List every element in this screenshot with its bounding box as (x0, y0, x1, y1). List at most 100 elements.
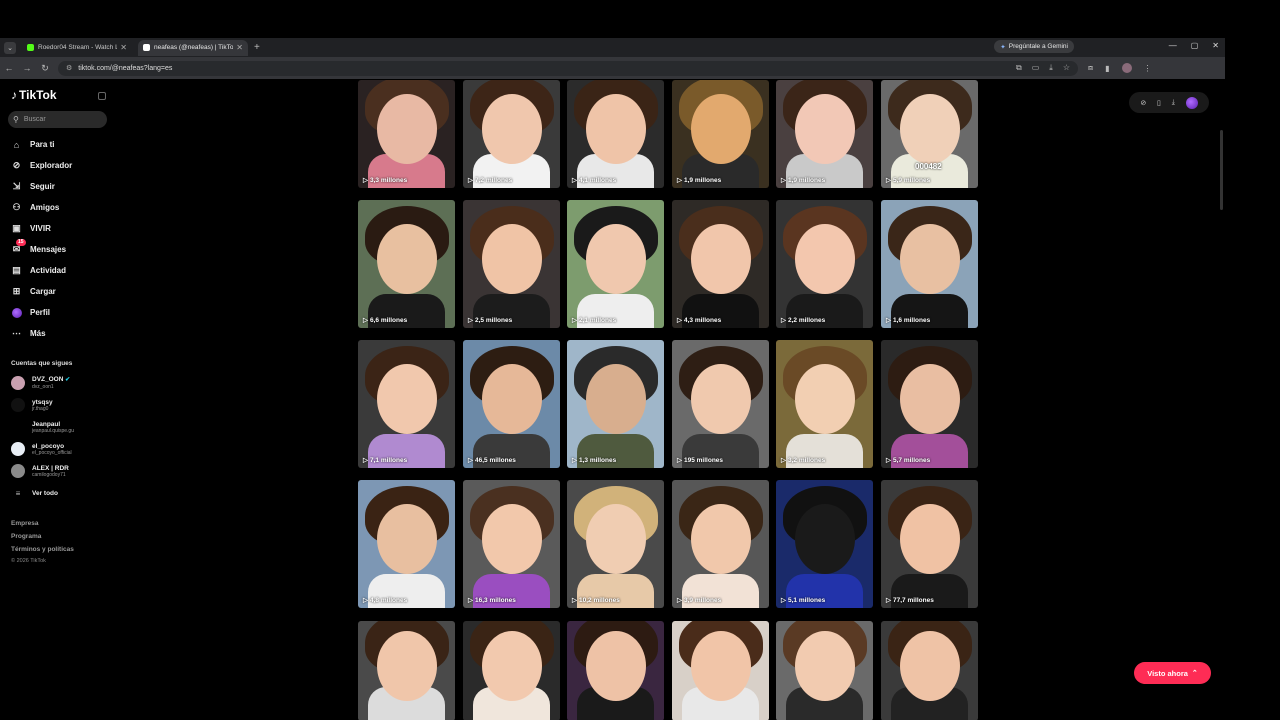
cast-icon[interactable]: ▭ (1032, 63, 1040, 73)
video-thumbnail[interactable] (463, 621, 560, 720)
video-thumbnail[interactable]: ▷ 16,3 millones (463, 480, 560, 608)
close-tab-icon[interactable]: ✕ (120, 43, 127, 52)
nav-item-compass[interactable]: ⊘ Explorador (11, 160, 73, 171)
profile-avatar-icon[interactable] (1121, 63, 1132, 73)
tab-search-button[interactable]: ⌄ (4, 41, 16, 54)
video-thumbnail[interactable] (358, 621, 455, 720)
nav-item-profile-avatar[interactable]: Perfil (11, 307, 50, 318)
close-window-icon[interactable]: ✕ (1212, 41, 1219, 50)
play-icon: ▷ (572, 457, 577, 464)
video-thumbnail[interactable]: 000482 ▷ 5,9 millones (881, 80, 978, 188)
following-account[interactable]: ALEX | RDR camilogodoy71 (11, 464, 69, 478)
download-icon[interactable]: ⤓ (1172, 99, 1175, 107)
nav-label: Seguir (30, 182, 55, 191)
browser-tab-tiktok[interactable]: neafeas (@neafeas) | TikTok ✕ (138, 39, 248, 56)
following-account[interactable]: ytsqsy jr.thag0 (11, 398, 53, 412)
back-icon[interactable]: ← (0, 63, 18, 73)
view-count-text: 1,3 millones (579, 457, 617, 464)
view-count-text: 4,3 millones (684, 317, 722, 324)
scrollbar[interactable] (1220, 130, 1223, 210)
menu-kebab-icon[interactable]: ⋮ (1144, 64, 1152, 73)
video-thumbnail[interactable] (881, 621, 978, 720)
nav-item-home[interactable]: ⌂ Para ti (11, 139, 55, 150)
compass-icon[interactable]: ⊘ (1140, 99, 1146, 107)
video-thumbnail[interactable]: ▷ 3,9 millones (672, 480, 769, 608)
translate-icon[interactable]: ⧉ (1016, 63, 1022, 73)
sidepanel-icon[interactable]: ▮ (1105, 64, 1109, 73)
overlay-counter-text: 000482 (915, 162, 942, 171)
video-thumbnail[interactable]: ▷ 6,6 millones (358, 200, 455, 328)
video-thumbnail[interactable]: ▷ 46,5 millones (463, 340, 560, 468)
video-thumbnail[interactable]: ▷ 2,1 millones (567, 200, 664, 328)
following-title: Cuentas que sigues (11, 360, 73, 367)
phone-icon[interactable]: ▯ (1157, 99, 1161, 107)
video-thumbnail[interactable]: ▷ 1,3 millones (567, 340, 664, 468)
video-thumbnail[interactable]: ▷ 2,5 millones (463, 200, 560, 328)
view-count-text: 3,9 millones (684, 597, 722, 604)
video-thumbnail[interactable] (776, 621, 873, 720)
thumbnail-face (585, 504, 646, 574)
play-icon: ▷ (572, 317, 577, 324)
nav-item-activity[interactable]: ▤ Actividad (11, 265, 66, 276)
browser-tab-kick[interactable]: Roedor04 Stream - Watch Live ✕ (22, 40, 132, 56)
verified-badge-icon: ✔ (63, 377, 71, 383)
watched-now-label: Visto ahora (1147, 668, 1188, 678)
thumbnail-face (899, 94, 960, 164)
footer-link-company[interactable]: Empresa (11, 520, 38, 527)
following-account[interactable]: Jeanpaul jeanpaul.quispe.gu (11, 420, 74, 434)
nav-item-upload[interactable]: ⊞ Cargar (11, 286, 56, 297)
footer-link-program[interactable]: Programa (11, 533, 41, 540)
play-icon: ▷ (886, 597, 891, 604)
video-thumbnail[interactable]: ▷ 10,2 millones (567, 480, 664, 608)
view-count: ▷ 5,7 millones (886, 456, 930, 464)
video-thumbnail[interactable]: ▷ 1,9 millones (776, 80, 873, 188)
site-info-icon[interactable]: ⚙ (66, 64, 72, 72)
footer-link-terms[interactable]: Términos y políticas (11, 546, 74, 553)
following-account[interactable]: DVZ_OON ✔ dvz_oon1 (11, 376, 70, 390)
see-all-link[interactable]: ≡ Ver todo (11, 489, 58, 498)
download-icon[interactable]: ⤓ (1049, 63, 1053, 73)
nav-item-friends[interactable]: ⚇ Amigos (11, 202, 59, 213)
video-thumbnail[interactable]: ▷ 3,2 millones (776, 340, 873, 468)
search-input[interactable]: ⚲ Buscar (8, 111, 107, 128)
nav-item-messages[interactable]: ✉ 15 Mensajes (11, 239, 66, 255)
video-thumbnail[interactable] (567, 621, 664, 720)
watched-now-button[interactable]: Visto ahora ⌃ (1134, 662, 1211, 684)
collapse-sidebar-icon[interactable] (98, 92, 106, 100)
forward-icon[interactable]: → (18, 63, 36, 73)
video-thumbnail[interactable]: ▷ 7,2 millones (463, 80, 560, 188)
video-thumbnail[interactable]: ▷ 4,8 millones (358, 480, 455, 608)
thumbnail-face (899, 224, 960, 294)
video-thumbnail[interactable]: ▷ 77,7 millones (881, 480, 978, 608)
maximize-icon[interactable]: ▢ (1191, 41, 1199, 50)
url-field[interactable]: ⚙ tiktok.com/@neafeas?lang=es ⧉ ▭ ⤓ ☆ (58, 60, 1078, 76)
nav-item-live[interactable]: ▣ VIVIR (11, 223, 51, 234)
video-thumbnail[interactable]: ▷ 1,6 millones (881, 200, 978, 328)
video-thumbnail[interactable]: ▷ 4,3 millones (672, 200, 769, 328)
video-thumbnail[interactable]: ▷ 195 millones (672, 340, 769, 468)
new-tab-icon[interactable]: + (254, 42, 260, 53)
play-icon: ▷ (677, 317, 682, 324)
video-thumbnail[interactable]: ▷ 7,1 millones (358, 340, 455, 468)
profile-avatar-icon[interactable] (1185, 96, 1198, 109)
nav-label: Amigos (30, 203, 60, 212)
minimize-icon[interactable]: — (1169, 41, 1177, 50)
home-icon: ⌂ (13, 139, 20, 150)
extensions-icon[interactable]: ⧈ (1088, 63, 1093, 73)
video-thumbnail[interactable]: ▷ 5,1 millones (776, 480, 873, 608)
video-thumbnail[interactable]: ▷ 4,1 millones (567, 80, 664, 188)
video-thumbnail[interactable] (672, 621, 769, 720)
video-thumbnail[interactable]: ▷ 1,9 millones (672, 80, 769, 188)
account-name: el_pocoyo (32, 442, 65, 450)
tiktok-logo[interactable]: ♪ TikTok (11, 88, 57, 102)
video-thumbnail[interactable]: ▷ 2,2 millones (776, 200, 873, 328)
bookmark-star-icon[interactable]: ☆ (1063, 63, 1070, 73)
nav-item-following[interactable]: ⇲ Seguir (11, 181, 55, 192)
close-tab-icon[interactable]: ✕ (236, 43, 243, 52)
gemini-button[interactable]: ✦ Pregúntale a Gemini (994, 40, 1074, 53)
video-thumbnail[interactable]: ▷ 3,3 millones (358, 80, 455, 188)
nav-item-more[interactable]: ⋯ Más (11, 328, 46, 339)
video-thumbnail[interactable]: ▷ 5,7 millones (881, 340, 978, 468)
reload-icon[interactable]: ↻ (36, 63, 54, 74)
following-account[interactable]: el_pocoyo el_pocoyo_official (11, 442, 72, 456)
